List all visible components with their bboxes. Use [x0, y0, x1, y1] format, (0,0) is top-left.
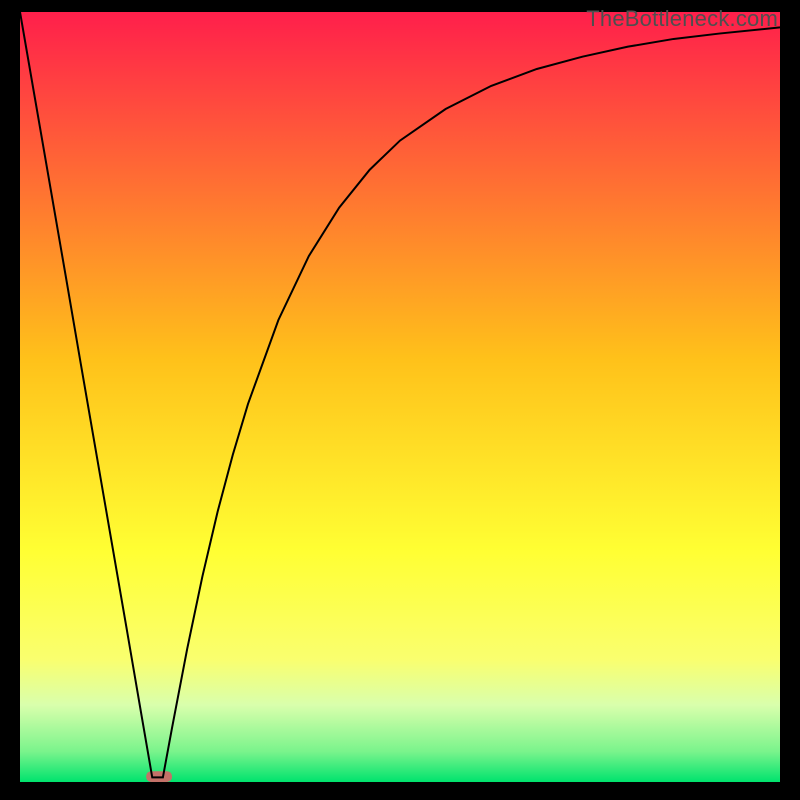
plot-area: [20, 12, 780, 782]
plot-svg: [20, 12, 780, 782]
watermark-text: TheBottleneck.com: [586, 6, 778, 32]
chart-frame: [20, 12, 780, 782]
